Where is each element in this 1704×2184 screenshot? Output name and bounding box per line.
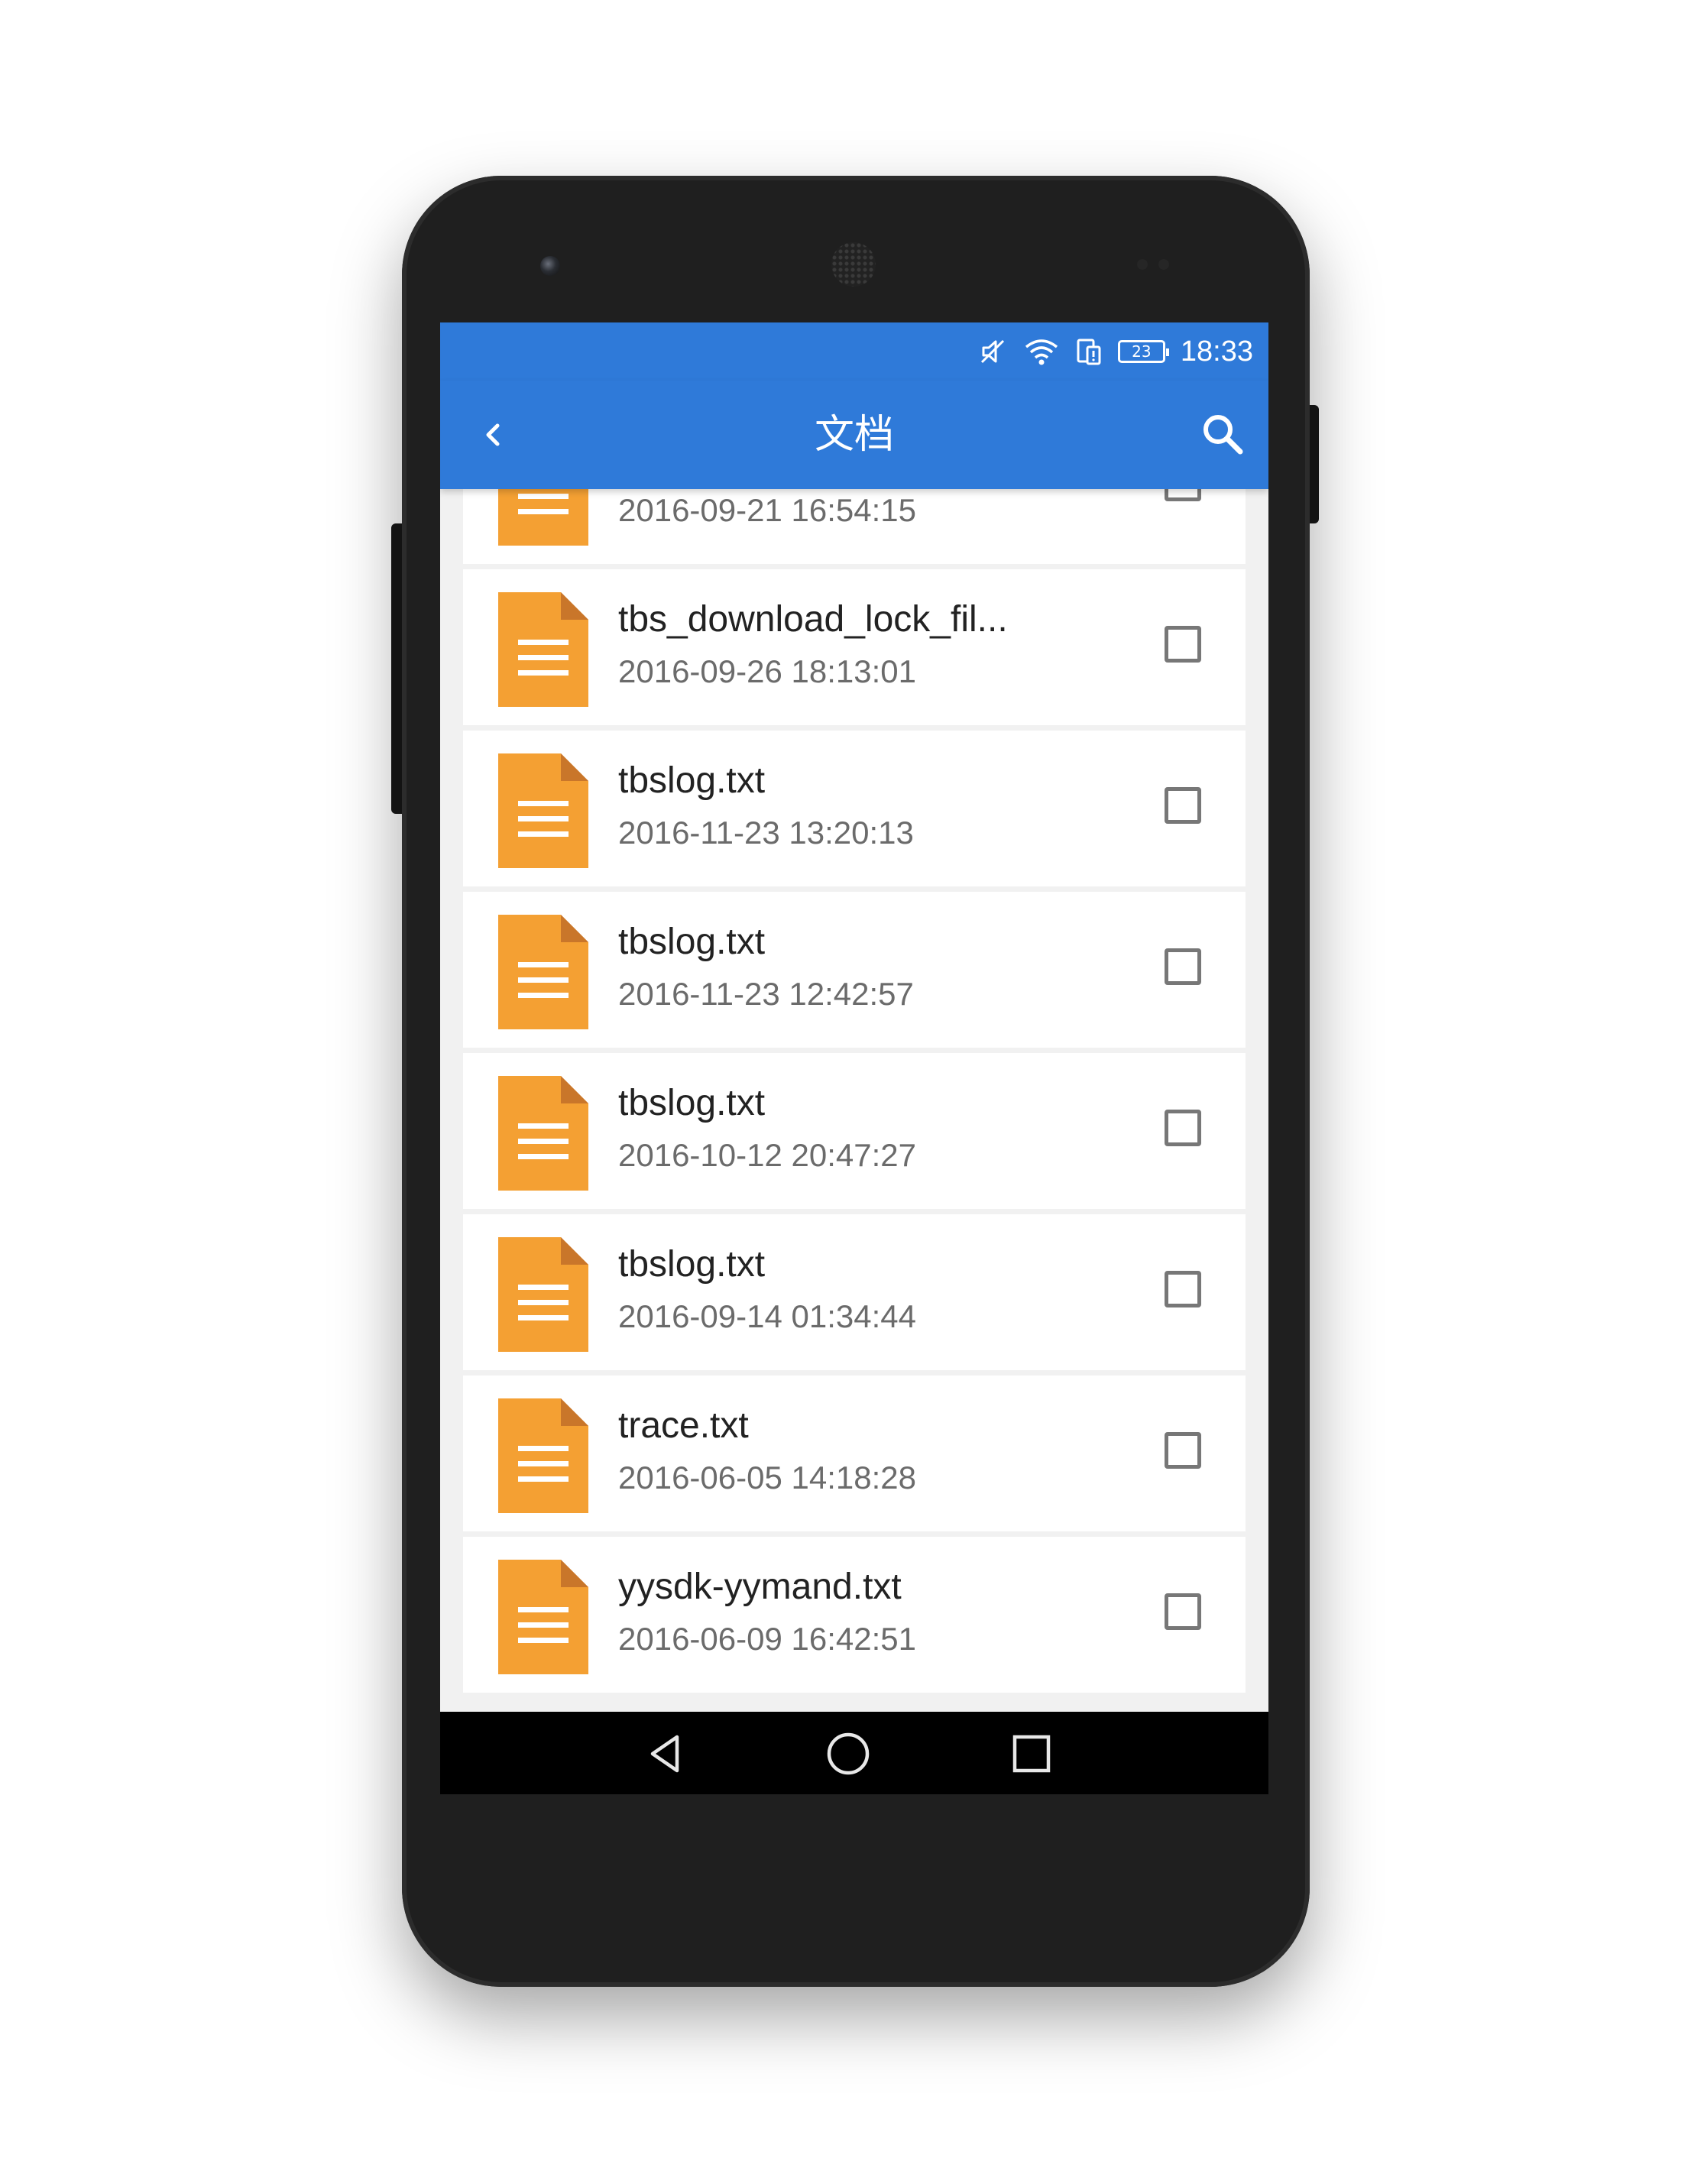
- file-date: 2016-11-23 12:42:57: [618, 976, 914, 1012]
- power-button: [1308, 405, 1319, 523]
- select-checkbox[interactable]: [1165, 1593, 1201, 1630]
- nav-back-button[interactable]: [643, 1730, 690, 1777]
- file-name: tbslog.txt: [618, 922, 766, 962]
- app-bar: 文档: [440, 381, 1268, 489]
- search-icon: [1203, 415, 1243, 455]
- sim-icon: [1075, 336, 1103, 367]
- file-name: tbslog.txt: [618, 1244, 766, 1285]
- file-name: tbslog.txt: [618, 760, 766, 801]
- file-date: 2016-10-12 20:47:27: [618, 1137, 916, 1173]
- file-date: 2016-09-14 01:34:44: [618, 1298, 916, 1334]
- recents-square-icon: [1012, 1735, 1051, 1773]
- file-list-item[interactable]: tbslog.txt 2016-10-12 20:47:27: [463, 1053, 1246, 1209]
- navigation-bar: [440, 1712, 1268, 1794]
- file-list-item[interactable]: tbslog.txt 2016-11-23 12:42:57: [463, 892, 1246, 1048]
- file-list-item[interactable]: tbs_download_lock_fil...2016-09-21 16:54…: [463, 489, 1246, 564]
- document-icon: [498, 1237, 588, 1352]
- file-date: 2016-11-23 13:20:13: [618, 815, 914, 851]
- home-circle-icon: [827, 1732, 870, 1775]
- file-date: 2016-06-09 16:42:51: [618, 1621, 916, 1657]
- document-icon: [498, 1398, 588, 1513]
- battery-level: 23: [1132, 342, 1152, 361]
- document-icon: [498, 753, 588, 868]
- file-list-item[interactable]: tbslog.txt 2016-09-14 01:34:44: [463, 1214, 1246, 1370]
- select-checkbox[interactable]: [1165, 948, 1201, 985]
- battery-icon: 23: [1117, 340, 1169, 363]
- file-list-item[interactable]: yysdk-yymand.txt 2016-06-09 16:42:51: [463, 1537, 1246, 1693]
- volume-button: [391, 523, 402, 814]
- file-date: 2016-09-26 18:13:01: [618, 653, 916, 689]
- document-icon: [498, 489, 588, 546]
- document-icon: [498, 592, 588, 707]
- file-name: yysdk-yymand.txt: [618, 1567, 902, 1607]
- file-list-item[interactable]: tbs_download_lock_fil... 2016-09-26 18:13…: [463, 569, 1246, 725]
- status-time: 18:33: [1180, 335, 1253, 368]
- wifi-icon: [1023, 336, 1060, 367]
- select-checkbox[interactable]: [1165, 626, 1201, 663]
- screen: 23 18:33 文档 tbs_download_lock_fil... 2016…: [440, 322, 1268, 1794]
- proximity-sensor: [1137, 258, 1183, 271]
- select-checkbox[interactable]: [1165, 1432, 1201, 1469]
- nav-recents-button[interactable]: [1008, 1730, 1055, 1777]
- file-list-item[interactable]: trace.txt 2016-06-05 14:18:28: [463, 1376, 1246, 1531]
- document-icon: [498, 915, 588, 1029]
- mute-icon: [977, 336, 1008, 367]
- search-button[interactable]: [1192, 403, 1253, 465]
- nav-home-button[interactable]: [824, 1730, 872, 1777]
- select-checkbox[interactable]: [1165, 489, 1201, 501]
- chevron-left-icon: [486, 423, 500, 446]
- file-list[interactable]: tbs_download_lock_fil... 2016-09-21 16:54…: [463, 489, 1246, 1712]
- status-bar: 23 18:33: [440, 322, 1268, 381]
- back-triangle-icon: [650, 1735, 679, 1773]
- select-checkbox[interactable]: [1165, 1110, 1201, 1146]
- document-icon: [498, 1076, 588, 1191]
- page-title: 文档: [814, 412, 894, 458]
- file-name: tbs_download_lock_fil...: [618, 599, 1008, 640]
- back-button[interactable]: [467, 408, 520, 462]
- select-checkbox[interactable]: [1165, 787, 1201, 824]
- file-list-item[interactable]: tbslog.txt 2016-11-23 13:20:13: [463, 731, 1246, 886]
- front-camera: [540, 256, 560, 276]
- file-name: tbslog.txt: [618, 1083, 766, 1123]
- select-checkbox[interactable]: [1165, 1271, 1201, 1307]
- file-date: 2016-06-05 14:18:28: [618, 1460, 916, 1495]
- file-date: 2016-09-21 16:54:15: [618, 492, 916, 528]
- earpiece-speaker: [831, 242, 876, 287]
- file-name: trace.txt: [618, 1405, 749, 1446]
- document-icon: [498, 1560, 588, 1674]
